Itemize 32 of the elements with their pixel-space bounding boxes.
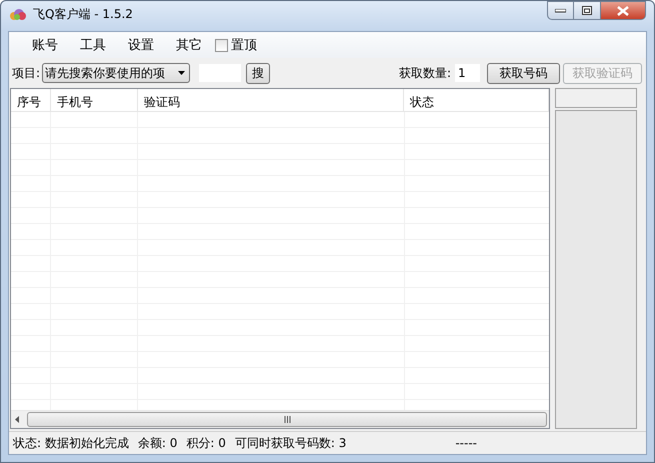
status-text: 余额: 0: [138, 434, 178, 452]
status-text: 积分: 0: [186, 434, 226, 452]
maximize-icon: [582, 6, 592, 15]
minimize-icon: [555, 8, 566, 12]
menu-item[interactable]: 工具: [69, 34, 117, 56]
app-logo-icon: [9, 8, 27, 20]
menu-item[interactable]: 账号: [21, 34, 69, 56]
project-dropdown[interactable]: 请先搜索你要使用的项: [42, 63, 190, 83]
window-title: 飞Q客户端 - 1.5.2: [33, 6, 133, 22]
quantity-label: 获取数量:: [398, 64, 451, 82]
status-text: 状态: 数据初始化完成: [13, 434, 129, 452]
close-icon: [617, 6, 629, 16]
menu-item[interactable]: 其它: [165, 34, 213, 56]
column-header[interactable]: 验证码: [138, 89, 404, 111]
close-button[interactable]: [601, 1, 646, 20]
menu-item[interactable]: 设置: [117, 34, 165, 56]
status-indicator: -----: [455, 436, 477, 450]
status-text: 可同时获取号码数: 3: [234, 434, 346, 452]
minimize-button[interactable]: [547, 1, 574, 20]
search-button[interactable]: 搜: [246, 62, 270, 84]
grip-icon: [284, 416, 290, 423]
quantity-field[interactable]: 1: [454, 63, 481, 83]
column-header[interactable]: 序号: [11, 89, 51, 111]
action-button[interactable]: 获取号码: [487, 62, 560, 84]
maximize-button[interactable]: [574, 1, 601, 20]
column-header[interactable]: 手机号: [51, 89, 138, 111]
scrollbar-thumb[interactable]: [27, 412, 547, 427]
pin-checkbox[interactable]: 置顶: [215, 36, 257, 54]
column-header[interactable]: 状态: [404, 89, 549, 111]
horizontal-scrollbar[interactable]: [11, 410, 549, 428]
dropdown-arrow-icon: [178, 71, 186, 75]
project-label: 项目:: [12, 64, 40, 82]
